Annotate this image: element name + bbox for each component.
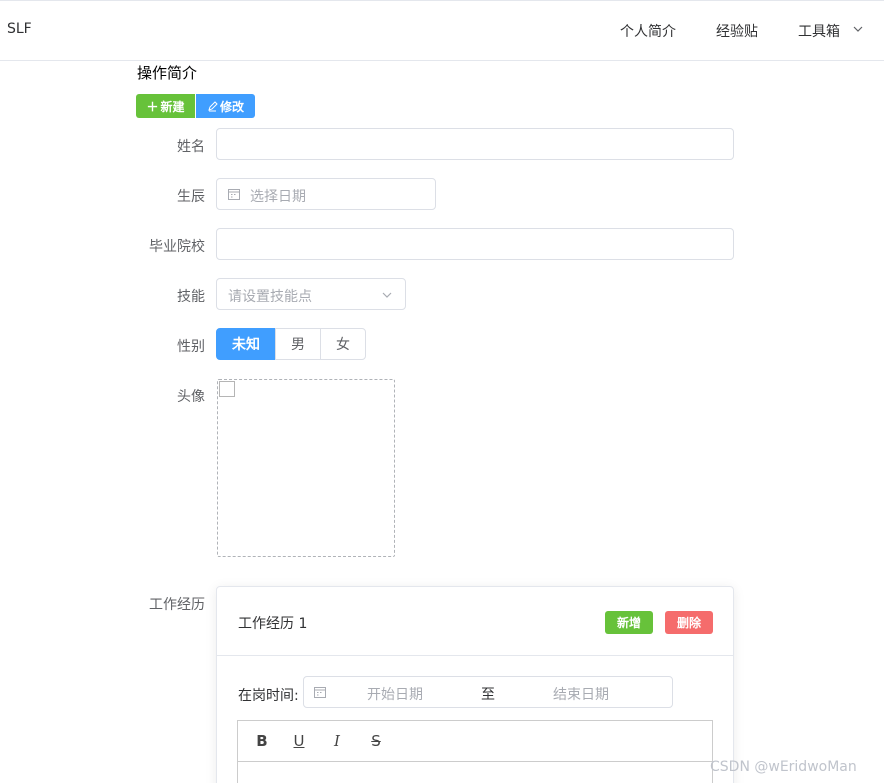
start-date-placeholder[interactable]: 开始日期 [367, 684, 423, 704]
broken-image-icon [219, 381, 235, 397]
name-input[interactable] [216, 128, 734, 160]
card-title: 工作经历 1 [238, 613, 307, 633]
editor-toolbar: B U I S [238, 721, 712, 762]
chevron-down-icon[interactable] [852, 23, 864, 35]
avatar-label: 头像 [135, 386, 205, 406]
italic-icon[interactable]: I [328, 732, 346, 750]
end-date-placeholder[interactable]: 结束日期 [553, 684, 609, 704]
gender-option-unknown[interactable]: 未知 [216, 328, 276, 360]
new-button[interactable]: ＋ 新建 [136, 94, 195, 118]
edit-button[interactable]: 修改 [196, 94, 255, 118]
nav-item-profile[interactable]: 个人简介 [620, 21, 676, 41]
skill-label: 技能 [135, 286, 205, 306]
name-label: 姓名 [135, 136, 205, 156]
nav-item-toolbox[interactable]: 工具箱 [798, 21, 840, 41]
watermark: CSDN @wEridwoMan [710, 759, 857, 775]
card-header: 工作经历 1 新增 删除 [217, 587, 733, 656]
birth-placeholder: 选择日期 [250, 186, 306, 206]
birth-date-picker[interactable]: 选择日期 [216, 178, 436, 210]
nav-item-experience[interactable]: 经验贴 [716, 21, 758, 41]
gender-radio-group: 未知 男 女 [216, 328, 366, 360]
work-experience-card: 工作经历 1 新增 删除 在岗时间: 开始日期 至 结束日期 B U I S [216, 586, 734, 783]
period-range-picker[interactable]: 开始日期 至 结束日期 [303, 676, 673, 708]
work-label: 工作经历 [135, 594, 205, 614]
gender-option-male[interactable]: 男 [275, 328, 321, 360]
pencil-icon [207, 101, 218, 112]
delete-experience-button[interactable]: 删除 [665, 611, 713, 634]
calendar-icon [228, 188, 240, 200]
underline-icon[interactable]: U [290, 732, 308, 750]
skill-select[interactable]: 请设置技能点 [216, 278, 406, 310]
birth-label: 生辰 [135, 186, 205, 206]
section-title: 操作简介 [137, 62, 197, 83]
edit-button-label: 修改 [220, 98, 244, 115]
new-button-label: 新建 [161, 98, 185, 115]
top-navbar: SLF 个人简介 经验贴 工具箱 [0, 0, 884, 61]
gender-option-female[interactable]: 女 [320, 328, 366, 360]
rich-text-editor[interactable]: B U I S [237, 720, 713, 783]
avatar-uploader[interactable] [217, 379, 395, 557]
gender-label: 性别 [135, 336, 205, 356]
skill-placeholder: 请设置技能点 [228, 286, 312, 306]
school-input[interactable] [216, 228, 734, 260]
add-experience-button[interactable]: 新增 [605, 611, 653, 634]
plus-icon: ＋ [146, 98, 158, 115]
period-label: 在岗时间: [238, 685, 299, 705]
chevron-down-icon [381, 289, 393, 301]
brand-logo-text[interactable]: SLF [7, 21, 32, 37]
strikethrough-icon[interactable]: S [367, 732, 385, 750]
range-separator: 至 [481, 684, 495, 704]
school-label: 毕业院校 [135, 236, 205, 256]
bold-icon[interactable]: B [253, 732, 271, 750]
calendar-icon [314, 686, 326, 698]
